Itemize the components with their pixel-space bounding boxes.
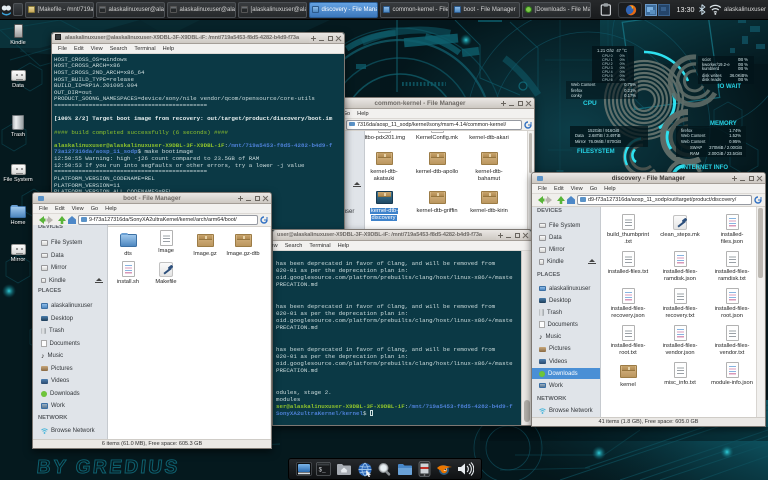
svg-text:BY GREDIUS: BY GREDIUS	[36, 457, 181, 478]
svg-text:$_: $_	[319, 467, 327, 474]
